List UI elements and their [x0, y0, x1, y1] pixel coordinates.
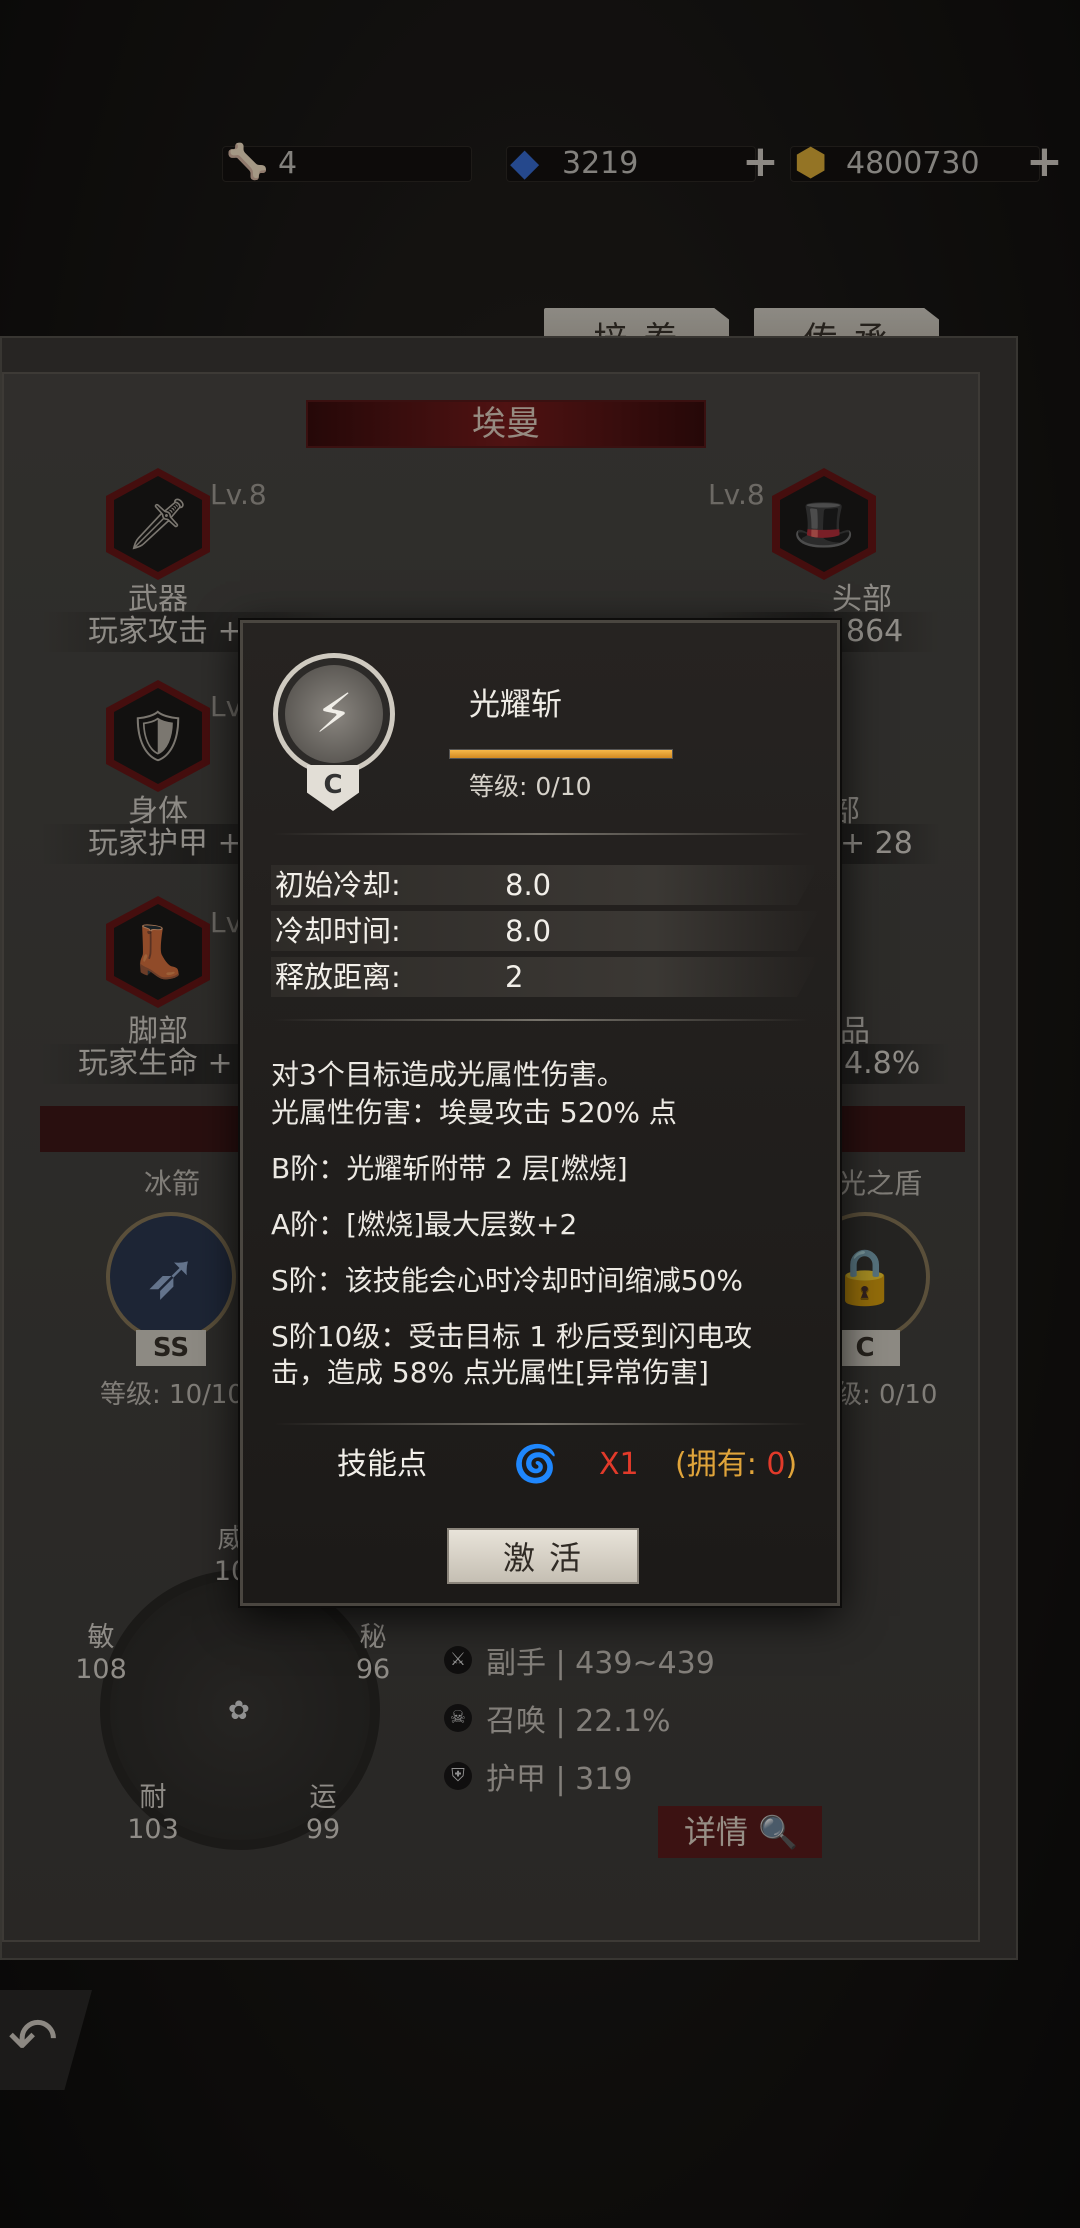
- tier-s10-line2: 击，造成 58% 点光属性[异常伤害]: [271, 1356, 709, 1389]
- activate-button[interactable]: 激活: [447, 1528, 639, 1584]
- tier-s-text: S阶：该技能会心时冷却时间缩减50%: [271, 1264, 744, 1297]
- stat-row-cooldown: 冷却时间: 8.0: [271, 911, 819, 951]
- divider: [273, 1423, 809, 1425]
- swirl-icon: 🌀: [513, 1444, 558, 1485]
- skill-level: 等级: 0/10: [469, 772, 592, 801]
- divider: [273, 833, 809, 835]
- tier-a-text: A阶：[燃烧]最大层数+2: [271, 1208, 578, 1241]
- game-screen: 🦴 4 ◆ 3219 + ⬢ 4800730 + 培养 传承 埃曼 🗡 Lv.8…: [0, 0, 1080, 2228]
- skill-point-cost: 技能点 🌀 X1 (拥有: 0): [271, 1445, 811, 1485]
- slash-icon: ⚡: [285, 665, 383, 763]
- stat-row-initial-cd: 初始冷却: 8.0: [271, 865, 819, 905]
- skill-description: 对3个目标造成光属性伤害。: [271, 1058, 625, 1091]
- skill-icon: ⚡: [273, 653, 395, 775]
- tier-b-text: B阶：光耀斩附带 2 层[燃烧]: [271, 1152, 628, 1185]
- skill-damage: 光属性伤害：埃曼攻击 520% 点: [271, 1096, 677, 1129]
- tier-s10-line1: S阶10级：受击目标 1 秒后受到闪电攻: [271, 1320, 753, 1353]
- owned-count: (拥有: 0): [675, 1447, 798, 1482]
- skill-title: 光耀斩: [469, 687, 562, 723]
- skill-grade-badge: C: [307, 765, 359, 811]
- cost-quantity: X1: [599, 1447, 639, 1482]
- stat-row-range: 释放距离: 2: [271, 957, 819, 997]
- level-progress-bar: [449, 749, 673, 759]
- skill-detail-dialog: ⚡ C 光耀斩 等级: 0/10 初始冷却: 8.0 冷却时间: 8.0 释放距离:…: [240, 620, 840, 1606]
- divider: [273, 1019, 809, 1021]
- cost-label: 技能点: [337, 1447, 427, 1482]
